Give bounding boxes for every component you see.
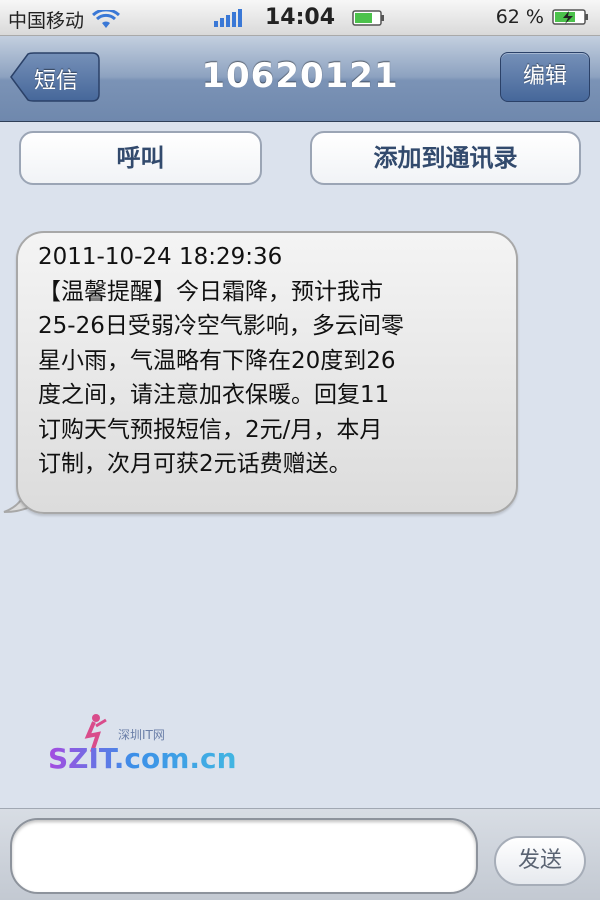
nav-bar: 短信 10620121 编辑: [0, 36, 600, 122]
add-to-contacts-button[interactable]: 添加到通讯录: [310, 131, 581, 185]
message-timestamp: 2011-10-24 18:29:36: [38, 244, 283, 270]
message-line: 【温馨提醒】今日霜降，预计我市: [38, 278, 383, 305]
message-line: 订购天气预报短信，2元/月，本月: [38, 416, 383, 443]
call-button[interactable]: 呼叫: [19, 131, 262, 185]
message-input[interactable]: [10, 818, 478, 894]
battery-percent: 62 %: [495, 6, 544, 28]
watermark-name: SZIT.com.cn: [48, 742, 237, 775]
charging-battery-icon: [552, 9, 588, 25]
battery-icon: [352, 10, 384, 26]
edit-button[interactable]: 编辑: [500, 52, 590, 102]
message-line: 订制，次月可获2元话费赠送。: [38, 451, 352, 477]
send-button[interactable]: 发送: [494, 836, 586, 886]
message-line: 星小雨，气温略有下降在20度到26: [38, 347, 396, 374]
watermark-subtitle: 深圳IT网: [118, 728, 165, 742]
message-line: 度之间，请注意加衣保暖。回复11: [38, 382, 390, 408]
status-right: 62 %: [496, 6, 590, 28]
status-bar: 中国移动 14:04 62 %: [0, 0, 600, 36]
message-text: 2011-10-24 18:29:36 【温馨提醒】今日霜降，预计我市 25-2…: [38, 240, 498, 482]
message-line: 25-26日受弱冷空气影响，多云间零: [38, 313, 404, 339]
